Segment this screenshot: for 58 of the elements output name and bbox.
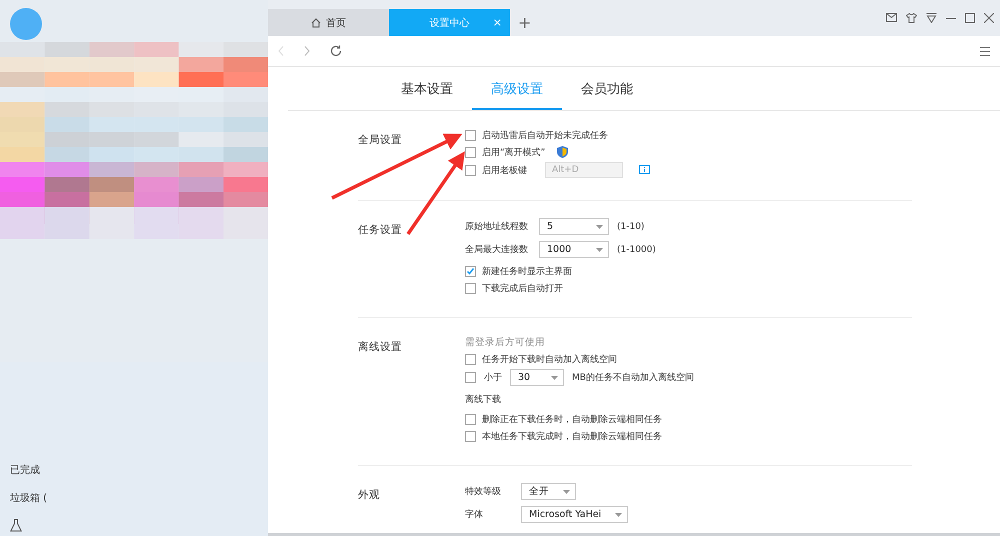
dropdown-icon[interactable] <box>926 13 937 23</box>
range-hint: (1-10) <box>617 222 644 232</box>
option-label: 原始地址线程数 <box>465 220 529 233</box>
option-label: 启动迅雷后自动开始未完成任务 <box>482 130 608 142</box>
dropdown[interactable]: 30 <box>510 369 564 386</box>
caret-icon <box>551 376 558 380</box>
sidebar-item[interactable]: 已完成 <box>10 463 268 477</box>
section-title: 任务设置 <box>358 224 402 236</box>
option-label: 任务开始下载时自动加入离线空间 <box>482 354 617 366</box>
option-label: 本地任务下载完成时，自动删除云端相同任务 <box>482 430 662 442</box>
checkbox[interactable] <box>465 266 476 276</box>
checkbox[interactable] <box>465 372 476 383</box>
dropdown[interactable]: 1000 <box>539 241 609 258</box>
range-hint: (1-1000) <box>617 244 656 254</box>
checkbox[interactable] <box>465 282 476 294</box>
dropdown[interactable]: Microsoft YaHei <box>521 506 628 523</box>
option-label: MB的任务不自动加入离线空间 <box>572 372 694 384</box>
checkbox[interactable] <box>465 164 476 176</box>
checkbox[interactable] <box>465 430 476 442</box>
mail-icon[interactable] <box>886 13 897 22</box>
dropdown[interactable]: 5 <box>539 218 609 235</box>
section-title: 全局设置 <box>358 134 402 146</box>
caret-icon <box>596 224 603 228</box>
option-label: 新建任务时显示主界面 <box>482 266 572 278</box>
maximize-icon[interactable] <box>965 13 975 23</box>
shirt-icon[interactable] <box>906 13 917 23</box>
dropdown[interactable]: 全开 <box>521 483 576 500</box>
option-label: 小于 <box>484 372 502 384</box>
section-title: 离线设置 <box>358 341 402 353</box>
forward-icon[interactable] <box>304 46 310 56</box>
option-label: 启用老板键 <box>482 164 527 176</box>
option-label: 全局最大连接数 <box>465 244 529 256</box>
checkbox[interactable] <box>465 354 476 364</box>
option-label: 特效等级 <box>465 486 502 498</box>
option-label: 下载完成后自动打开 <box>482 282 563 294</box>
home-icon <box>311 18 321 28</box>
subheading: 离线下载 <box>465 394 501 406</box>
sidebar-item[interactable]: 垃圾箱 ( <box>10 491 268 505</box>
caret-icon <box>596 248 603 252</box>
option-label: 字体 <box>465 508 484 521</box>
section-title: 外观 <box>358 489 380 501</box>
new-tab-button[interactable]: + <box>518 13 532 32</box>
refresh-icon[interactable] <box>330 45 342 57</box>
browser-tab[interactable]: 首页 <box>268 9 389 36</box>
menu-icon[interactable] <box>980 46 990 56</box>
option-label: 删除正在下载任务时，自动删除云端相同任务 <box>482 414 662 426</box>
settings-tab[interactable]: 基本设置 <box>382 67 472 110</box>
login-note: 需登录后方可使用 <box>465 336 545 348</box>
caret-icon <box>563 490 570 494</box>
info-icon[interactable] <box>639 165 650 175</box>
close-icon[interactable] <box>984 13 994 23</box>
settings-tab[interactable]: 会员功能 <box>562 67 652 110</box>
caret-icon <box>615 512 622 516</box>
checkbox[interactable] <box>465 130 476 140</box>
option-label: 启用“离开模式” <box>482 146 546 158</box>
flask-icon[interactable] <box>10 519 22 532</box>
checkbox[interactable] <box>465 414 476 424</box>
checkbox[interactable] <box>465 146 476 158</box>
